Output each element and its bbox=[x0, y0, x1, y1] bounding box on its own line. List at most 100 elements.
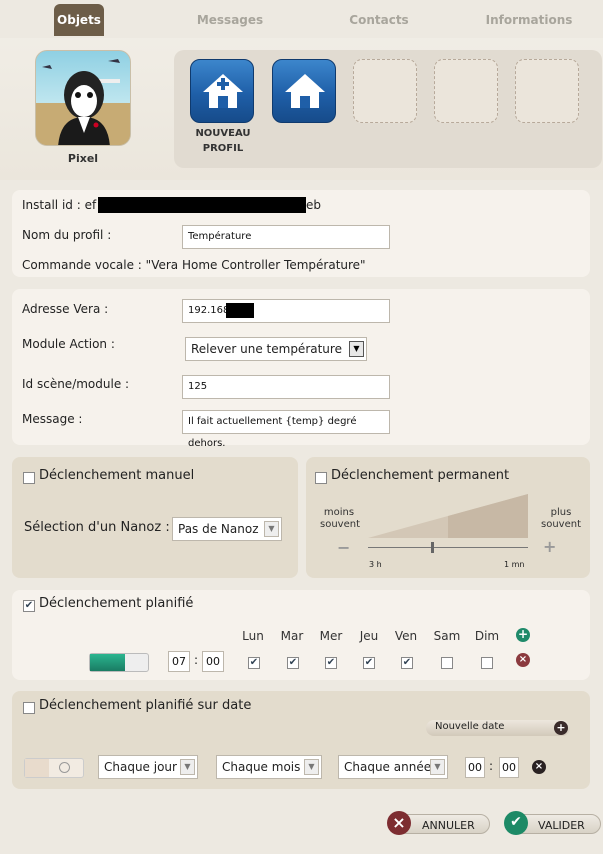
day-label-mar: Mar bbox=[280, 629, 304, 643]
date-trigger-checkbox[interactable] bbox=[23, 702, 35, 714]
day-label-ven: Ven bbox=[394, 629, 418, 643]
chevron-down-icon: ▼ bbox=[430, 759, 445, 775]
module-action-label: Module Action : bbox=[22, 337, 115, 351]
penguin-avatar-icon bbox=[36, 59, 130, 145]
day-select-value: Chaque jour bbox=[104, 760, 177, 774]
message-label: Message : bbox=[22, 412, 83, 426]
vera-address-label: Adresse Vera : bbox=[22, 302, 109, 316]
module-action-value: Relever une température bbox=[191, 342, 342, 356]
new-profile-label-line2: PROFIL bbox=[202, 143, 244, 154]
add-schedule-icon[interactable]: + bbox=[516, 628, 530, 642]
toggle-off-fill bbox=[25, 759, 49, 777]
date-hour-input[interactable]: 00 bbox=[465, 757, 485, 778]
close-icon: × bbox=[387, 811, 411, 835]
tab-objets[interactable]: Objets bbox=[54, 4, 104, 36]
redacted-install-id bbox=[98, 197, 306, 213]
day-select[interactable]: Chaque jour ▼ bbox=[98, 755, 198, 779]
install-id-value-prefix: ef bbox=[84, 198, 97, 212]
home-add-icon bbox=[203, 74, 243, 108]
more-often-label: plus souvent bbox=[538, 507, 584, 531]
frequency-slider-handle[interactable] bbox=[431, 542, 434, 553]
day-checkbox-ven[interactable]: ✔ bbox=[401, 657, 413, 669]
nanoz-select[interactable]: Pas de Nanoz ▼ bbox=[172, 517, 282, 541]
manual-trigger-checkbox[interactable] bbox=[23, 472, 35, 484]
date-minute-input[interactable]: 00 bbox=[499, 757, 519, 778]
check-icon: ✔ bbox=[504, 811, 528, 835]
day-checkbox-lun[interactable]: ✔ bbox=[248, 657, 260, 669]
year-select[interactable]: Chaque année ▼ bbox=[338, 755, 448, 779]
install-id-label-text: Install id : bbox=[22, 198, 81, 212]
message-input[interactable]: Il fait actuellement {temp} degré dehors… bbox=[182, 410, 390, 449]
profile-button-1[interactable] bbox=[272, 59, 336, 123]
slider-max-tick: 1 mn bbox=[504, 560, 525, 569]
permanent-trigger-checkbox[interactable] bbox=[315, 472, 327, 484]
less-often-line2: souvent bbox=[320, 519, 360, 530]
permanent-trigger-title: Déclenchement permanent bbox=[331, 468, 510, 483]
day-checkbox-sam[interactable] bbox=[441, 657, 453, 669]
day-label-mer: Mer bbox=[319, 629, 343, 643]
remove-schedule-icon[interactable]: × bbox=[516, 653, 530, 667]
install-id-suffix: eb bbox=[306, 198, 321, 212]
day-checkbox-mar[interactable]: ✔ bbox=[287, 657, 299, 669]
toggle-on-fill bbox=[90, 654, 125, 671]
frequency-ramp bbox=[368, 494, 528, 538]
time-separator: : bbox=[194, 653, 199, 667]
profile-name-label: Nom du profil : bbox=[22, 228, 112, 242]
day-checkbox-jeu[interactable]: ✔ bbox=[363, 657, 375, 669]
chevron-down-icon: ▼ bbox=[180, 759, 195, 775]
day-label-jeu: Jeu bbox=[359, 629, 379, 643]
nanoz-label: Sélection d'un Nanoz : bbox=[24, 520, 170, 535]
day-checkbox-dim[interactable] bbox=[481, 657, 493, 669]
planned-toggle[interactable] bbox=[89, 653, 149, 672]
day-label-dim: Dim bbox=[474, 629, 500, 643]
planned-minute-input[interactable]: 00 bbox=[202, 651, 224, 672]
home-icon bbox=[285, 74, 325, 108]
more-often-line2: souvent bbox=[541, 519, 581, 530]
scene-id-input[interactable]: 125 bbox=[182, 375, 390, 399]
vera-address-input[interactable]: 192.168 bbox=[182, 299, 390, 323]
avatar[interactable] bbox=[35, 50, 131, 146]
redacted-ip bbox=[226, 303, 254, 318]
scene-id-label: Id scène/module : bbox=[22, 377, 130, 391]
day-checkbox-mer[interactable]: ✔ bbox=[325, 657, 337, 669]
validate-label: VALIDER bbox=[538, 819, 585, 832]
date-toggle[interactable] bbox=[24, 758, 84, 778]
day-label-sam: Sam bbox=[433, 629, 461, 643]
day-label-lun: Lun bbox=[242, 629, 264, 643]
slider-min-tick: 3 h bbox=[369, 560, 382, 569]
new-profile-label: NOUVEAU PROFIL bbox=[190, 126, 256, 156]
year-select-value: Chaque année bbox=[344, 760, 432, 774]
module-action-select[interactable]: Relever une température ▼ bbox=[185, 337, 367, 361]
more-often-line1: plus bbox=[550, 507, 572, 518]
new-date-button[interactable]: Nouvelle date + bbox=[426, 720, 570, 736]
nanoz-value: Pas de Nanoz bbox=[178, 522, 259, 536]
remove-date-icon[interactable]: × bbox=[532, 760, 546, 774]
avatar-name: Pixel bbox=[67, 152, 99, 165]
tab-bar: Objets Messages Contacts Informations bbox=[0, 0, 603, 38]
voice-command-value: "Vera Home Controller Température" bbox=[145, 258, 366, 272]
tab-contacts[interactable]: Contacts bbox=[340, 4, 418, 36]
new-profile-button[interactable] bbox=[190, 59, 254, 123]
new-date-label: Nouvelle date bbox=[435, 721, 505, 732]
frequency-slider-track[interactable] bbox=[368, 547, 528, 548]
planned-trigger-checkbox[interactable]: ✔ bbox=[23, 600, 35, 612]
profile-name-input[interactable]: Température bbox=[182, 225, 390, 249]
toggle-circle-icon bbox=[59, 762, 70, 773]
chevron-down-icon: ▼ bbox=[349, 341, 364, 357]
month-select-value: Chaque mois bbox=[222, 760, 301, 774]
cancel-button[interactable]: × ANNULER bbox=[387, 811, 490, 835]
month-select[interactable]: Chaque mois ▼ bbox=[216, 755, 322, 779]
date-trigger-title: Déclenchement planifié sur date bbox=[39, 698, 252, 713]
plus-icon[interactable]: + bbox=[543, 537, 556, 556]
new-profile-label-line1: NOUVEAU bbox=[195, 128, 251, 139]
minus-icon[interactable]: − bbox=[337, 538, 350, 557]
less-often-label: moins souvent bbox=[320, 507, 360, 531]
empty-profile-slot bbox=[353, 59, 417, 123]
empty-profile-slot bbox=[515, 59, 579, 123]
validate-button[interactable]: ✔ VALIDER bbox=[504, 811, 601, 835]
empty-profile-slot bbox=[434, 59, 498, 123]
planned-hour-input[interactable]: 07 bbox=[168, 651, 190, 672]
tab-messages[interactable]: Messages bbox=[190, 4, 270, 36]
tab-informations[interactable]: Informations bbox=[484, 4, 574, 36]
less-often-line1: moins bbox=[323, 507, 355, 518]
